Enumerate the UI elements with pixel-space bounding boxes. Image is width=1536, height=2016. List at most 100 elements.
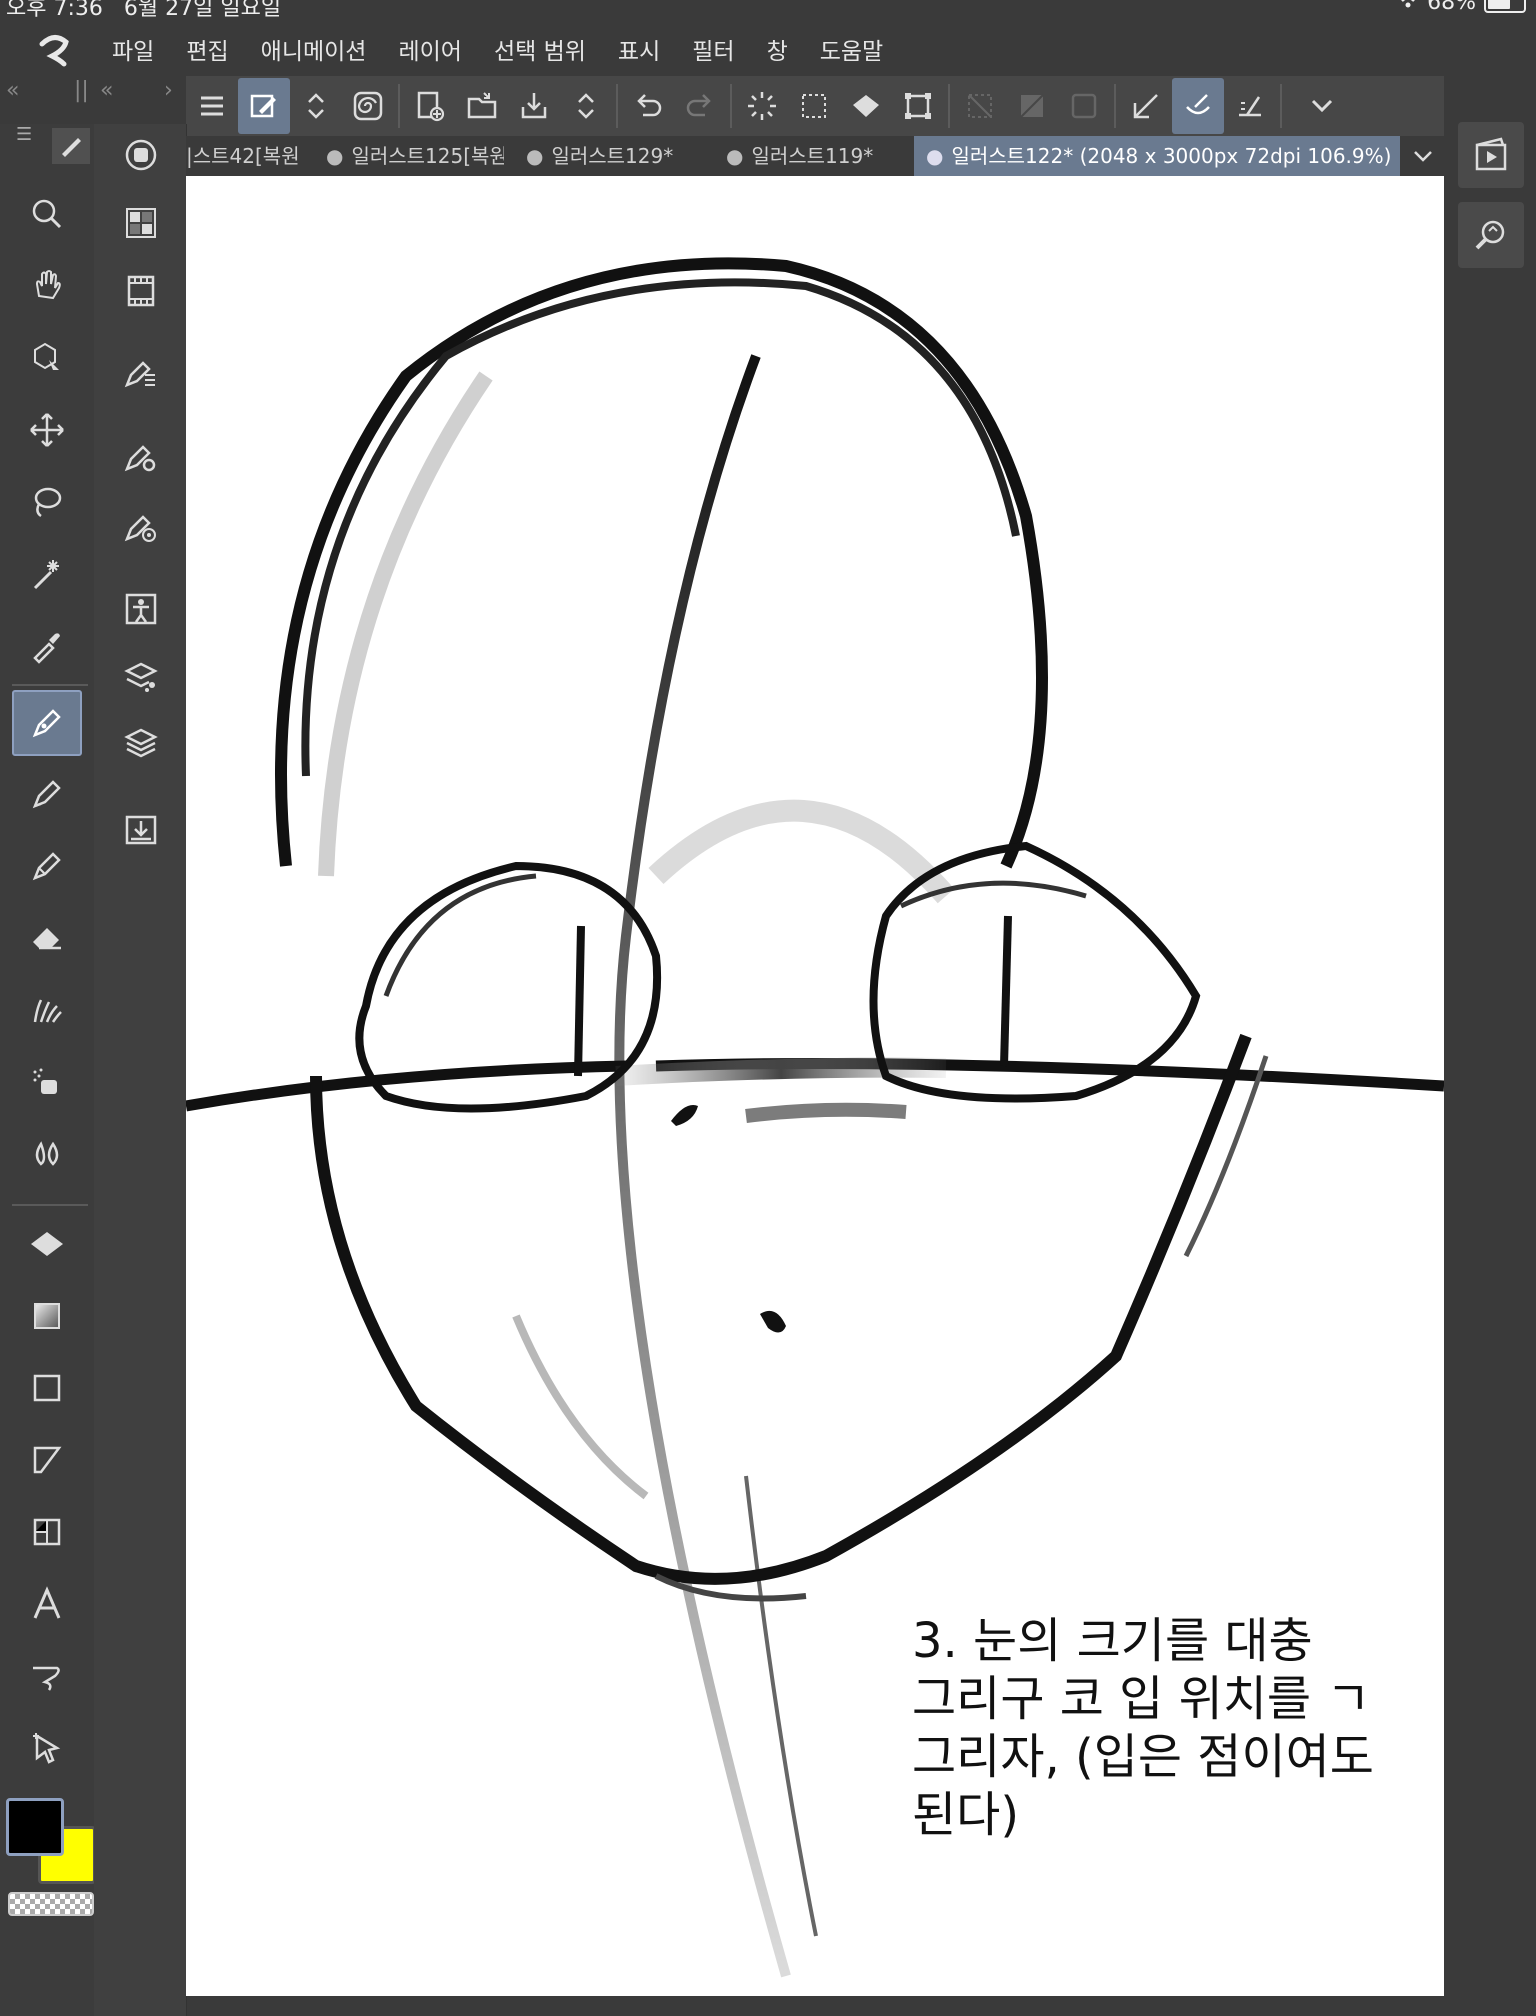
canvas-tab-active[interactable]: ● 일러스트122* (2048 x 3000px 72dpi 106.9%) bbox=[914, 136, 1400, 176]
animation-panel-icon[interactable] bbox=[1458, 122, 1524, 188]
command-bar bbox=[186, 76, 1444, 136]
tab-list-chevron-icon[interactable] bbox=[1402, 136, 1444, 176]
spiral-icon[interactable] bbox=[342, 78, 394, 134]
frame-border-icon[interactable] bbox=[1058, 78, 1110, 134]
undo-icon[interactable] bbox=[622, 78, 674, 134]
material-icon[interactable] bbox=[118, 806, 164, 852]
menu-file[interactable]: 파일 bbox=[112, 32, 154, 66]
canvas-note-text: 3. 눈의 크기를 대충 그리구 코 입 위치를 ㄱ 그리자, (입은 점이여도… bbox=[912, 1612, 1432, 1844]
color-circle-icon[interactable] bbox=[118, 132, 164, 178]
panel-divider-icon[interactable]: || bbox=[74, 78, 89, 103]
airbrush-tool-icon[interactable] bbox=[10, 1050, 84, 1114]
layer-icon[interactable] bbox=[118, 720, 164, 766]
canvas-tab[interactable]: |스트42[복원 bbox=[186, 136, 304, 176]
text-tool-icon[interactable] bbox=[10, 1572, 84, 1636]
separator bbox=[730, 84, 732, 128]
color-set-icon[interactable] bbox=[118, 200, 164, 246]
brush-size-icon[interactable] bbox=[118, 504, 164, 550]
redo-icon[interactable] bbox=[674, 78, 726, 134]
snap-grid-icon[interactable] bbox=[1224, 78, 1276, 134]
status-time: 오후 7:36 6월 27일 일요일 bbox=[6, 0, 281, 22]
figure-tool-icon[interactable] bbox=[10, 1356, 84, 1420]
menu-edit[interactable]: 편집 bbox=[186, 32, 228, 66]
move-tool-icon[interactable] bbox=[10, 398, 84, 462]
right-panel bbox=[1444, 76, 1536, 2016]
zoom-tool-icon[interactable] bbox=[10, 182, 84, 246]
battery-icon bbox=[1484, 0, 1526, 13]
lasso-tool-icon[interactable] bbox=[10, 470, 84, 534]
menu-items: 파일 편집 애니메이션 레이어 선택 범위 표시 필터 창 도움말 bbox=[112, 32, 915, 66]
separator bbox=[948, 84, 950, 128]
ruler-tool-icon[interactable] bbox=[10, 1500, 84, 1564]
balloon-tool-icon[interactable] bbox=[10, 1644, 84, 1708]
wifi-icon bbox=[1397, 0, 1419, 15]
pencil-tool-icon[interactable] bbox=[10, 762, 84, 826]
canvas-tab[interactable]: ● 일러스트125[복원 bbox=[326, 136, 504, 176]
clip-studio-logo-icon[interactable] bbox=[34, 30, 74, 70]
drawing-canvas[interactable]: 3. 눈의 크기를 대충 그리구 코 입 위치를 ㄱ 그리자, (입은 점이여도… bbox=[186, 176, 1444, 1996]
menu-layer[interactable]: 레이어 bbox=[398, 32, 461, 66]
separator bbox=[1114, 84, 1116, 128]
object-tool-icon[interactable] bbox=[10, 326, 84, 390]
gradient-tool-icon[interactable] bbox=[10, 1284, 84, 1348]
canvas-tab[interactable]: ● 일러스트119* bbox=[726, 136, 916, 176]
crop-icon[interactable] bbox=[1006, 78, 1058, 134]
transparent-color-swatch[interactable] bbox=[8, 1892, 94, 1916]
separator bbox=[1280, 84, 1282, 128]
strip-menu-icon[interactable]: ☰ bbox=[16, 124, 32, 145]
hand-tool-icon[interactable] bbox=[10, 254, 84, 318]
menu-view[interactable]: 표시 bbox=[618, 32, 660, 66]
open-folder-icon[interactable] bbox=[456, 78, 508, 134]
chevron-down-icon[interactable] bbox=[1296, 78, 1348, 134]
expand-right-icon[interactable]: › bbox=[164, 78, 173, 103]
status-bar: 오후 7:36 6월 27일 일요일 68% bbox=[0, 0, 1536, 21]
pen-tab-icon[interactable] bbox=[52, 128, 90, 164]
menu-filter[interactable]: 필터 bbox=[692, 32, 734, 66]
eyedropper-tool-icon[interactable] bbox=[10, 614, 84, 678]
ruler-snap-icon[interactable] bbox=[1120, 78, 1172, 134]
magic-wand-tool-icon[interactable] bbox=[10, 542, 84, 606]
correct-line-tool-icon[interactable] bbox=[10, 1716, 84, 1780]
loading-icon[interactable] bbox=[736, 78, 788, 134]
updown-arrows-icon[interactable] bbox=[290, 78, 342, 134]
transform-icon[interactable] bbox=[892, 78, 944, 134]
clear-selection-icon[interactable] bbox=[788, 78, 840, 134]
pen-tool-icon[interactable] bbox=[12, 690, 82, 756]
save-icon[interactable] bbox=[508, 78, 560, 134]
subtool-detail-icon[interactable] bbox=[118, 434, 164, 480]
command-toolbar: « || « › ‹ » bbox=[0, 76, 1536, 136]
canvas-tab[interactable]: ● 일러스트129* bbox=[526, 136, 716, 176]
tool-property-icon[interactable] bbox=[118, 350, 164, 396]
note-line: 3. 눈의 크기를 대충 bbox=[912, 1613, 1313, 1669]
menu-selection[interactable]: 선택 범위 bbox=[494, 32, 586, 66]
new-canvas-icon[interactable] bbox=[404, 78, 456, 134]
edit-mode-icon[interactable] bbox=[238, 78, 290, 134]
menu-help[interactable]: 도움말 bbox=[820, 32, 883, 66]
fill-tool-icon[interactable] bbox=[10, 1212, 84, 1276]
frame-tool-icon[interactable] bbox=[10, 1428, 84, 1492]
snap-special-ruler-icon[interactable] bbox=[1172, 78, 1224, 134]
decoration-tool-icon[interactable] bbox=[10, 978, 84, 1042]
battery-percent: 68% bbox=[1427, 0, 1476, 15]
separator bbox=[616, 84, 618, 128]
brush-tool-icon[interactable] bbox=[10, 834, 84, 898]
3d-figure-icon[interactable] bbox=[118, 586, 164, 632]
collapse-left-2-icon[interactable]: « bbox=[100, 78, 113, 103]
status-date: 6월 27일 일요일 bbox=[123, 0, 282, 21]
menu-window[interactable]: 창 bbox=[767, 32, 788, 66]
hamburger-menu-icon[interactable] bbox=[186, 78, 238, 134]
eraser-tool-icon[interactable] bbox=[10, 906, 84, 970]
blend-tool-icon[interactable] bbox=[10, 1122, 84, 1186]
animation-timeline-icon[interactable] bbox=[118, 268, 164, 314]
updown-arrows-2-icon[interactable] bbox=[560, 78, 612, 134]
layer-property-icon[interactable] bbox=[118, 654, 164, 700]
menu-animation[interactable]: 애니메이션 bbox=[261, 32, 367, 66]
canvas-tab-bar: |스트42[복원 ● 일러스트125[복원 ● 일러스트129* ● 일러스트119*… bbox=[186, 136, 1444, 176]
hide-outside-icon[interactable] bbox=[954, 78, 1006, 134]
fill-bucket-icon[interactable] bbox=[840, 78, 892, 134]
color-swatches bbox=[4, 1796, 96, 1916]
strip-divider bbox=[12, 684, 88, 686]
main-color-swatch[interactable] bbox=[6, 1798, 64, 1856]
navigator-icon[interactable] bbox=[1458, 202, 1524, 268]
collapse-left-icon[interactable]: « bbox=[6, 78, 19, 103]
